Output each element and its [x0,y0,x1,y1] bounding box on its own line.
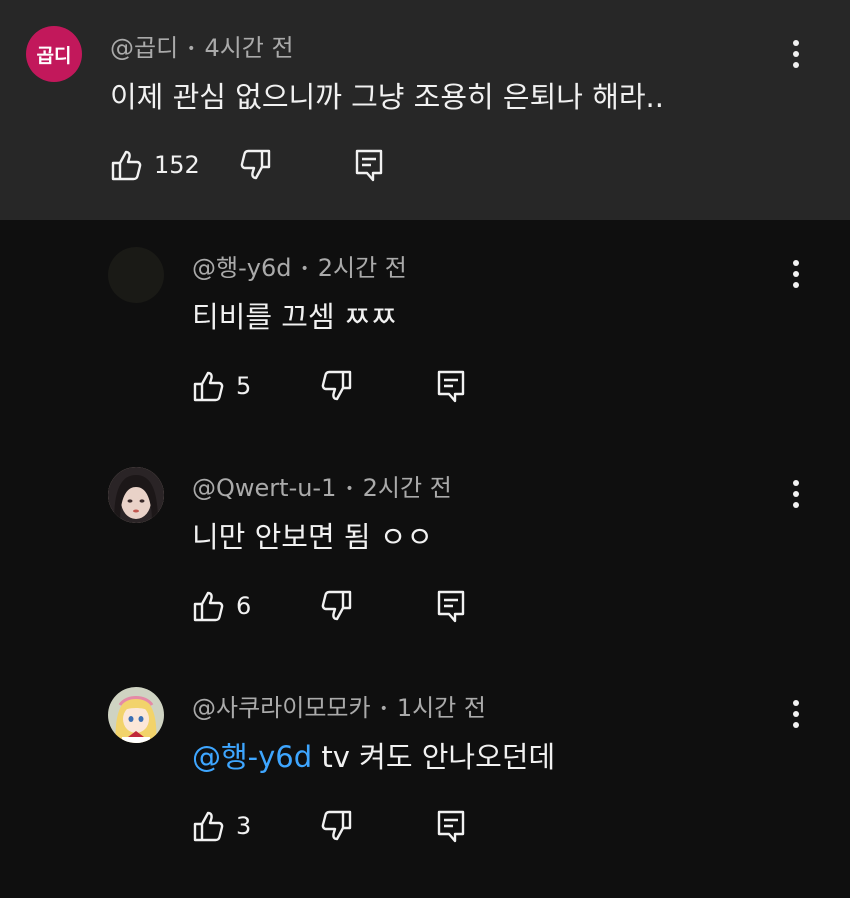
comment-actions: 3 [192,806,492,846]
user-photo-avatar [108,467,164,523]
comment-meta: @Qwert-u-1 • 2시간 전 [192,468,452,503]
like-count: 3 [236,812,252,840]
comment-meta: @사쿠라이모모카 • 1시간 전 [192,688,486,723]
reply-comment: @사쿠라이모모카 • 1시간 전 @행-y6d tv 켜도 안나오던데 3 [0,660,850,898]
separator-dot: • [300,261,309,277]
avatar[interactable] [108,247,164,303]
more-options-button[interactable] [784,474,808,514]
comment-time: 4시간 전 [204,34,294,62]
more-vertical-icon [793,260,799,266]
comment-time: 1시간 전 [396,694,486,722]
comment-time: 2시간 전 [317,254,407,282]
reply-comment: @행-y6d • 2시간 전 티비를 끄셈 ㅉㅉ 5 [0,220,850,440]
like-count: 5 [236,372,252,400]
comment-text: 니만 안보면 됨 ㅇㅇ [192,520,434,554]
comment-text-content: tv 켜도 안나오던데 [312,740,556,774]
like-icon [193,591,224,622]
like-button[interactable]: 5 [192,366,251,406]
more-vertical-icon-dot [793,722,799,728]
anime-character-avatar [108,687,164,743]
comment-text: 이제 관심 없으니까 그냥 조용히 은퇴나 해라.. [110,80,664,114]
author-name[interactable]: @곱디 [110,34,178,62]
like-icon [111,150,142,181]
more-options-button[interactable] [784,34,808,74]
reply-button[interactable] [354,145,384,185]
reply-button[interactable] [436,586,466,626]
dislike-button[interactable] [319,366,353,406]
comment-actions: 152 [110,145,410,185]
like-count: 152 [154,151,200,179]
separator-dot: • [345,481,354,497]
more-vertical-icon-dot [793,502,799,508]
dislike-icon [321,590,352,621]
like-button[interactable]: 3 [192,806,251,846]
like-button[interactable]: 6 [192,586,251,626]
dislike-icon [321,370,352,401]
separator-dot: • [187,41,196,57]
reply-icon [437,590,465,623]
author-name[interactable]: @Qwert-u-1 [192,474,336,502]
more-vertical-icon-dot [793,62,799,68]
dislike-icon [240,149,271,180]
author-name[interactable]: @사쿠라이모모카 [192,694,371,722]
more-options-button[interactable] [784,254,808,294]
user-mention-link[interactable]: @행-y6d [192,740,312,774]
comment-actions: 5 [192,366,492,406]
like-count: 6 [236,592,252,620]
comment-time: 2시간 전 [362,474,452,502]
avatar[interactable] [108,687,164,743]
like-icon [193,811,224,842]
reply-comment: @Qwert-u-1 • 2시간 전 니만 안보면 됨 ㅇㅇ 6 [0,440,850,660]
avatar[interactable]: 곱디 [26,26,82,82]
like-icon [193,371,224,402]
separator-dot: • [379,701,388,717]
reply-icon [355,149,383,182]
comment-meta: @행-y6d • 2시간 전 [192,248,407,283]
reply-icon [437,370,465,403]
comment-text: @행-y6d tv 켜도 안나오던데 [192,734,555,776]
dislike-icon [321,810,352,841]
more-vertical-icon-dot [793,711,799,717]
comment-meta: @곱디 • 4시간 전 [110,28,294,63]
reply-button[interactable] [436,366,466,406]
more-vertical-icon [793,40,799,46]
more-vertical-icon [793,700,799,706]
more-vertical-icon [793,480,799,486]
comment-actions: 6 [192,586,492,626]
comment-top-level: 곱디 @곱디 • 4시간 전 이제 관심 없으니까 그냥 조용히 은퇴나 해라.. … [0,0,850,220]
dislike-button[interactable] [319,586,353,626]
more-options-button[interactable] [784,694,808,734]
dislike-button[interactable] [238,145,272,185]
more-vertical-icon-dot [793,51,799,57]
more-vertical-icon-dot [793,271,799,277]
avatar[interactable] [108,467,164,523]
author-name[interactable]: @행-y6d [192,254,291,282]
dislike-button[interactable] [319,806,353,846]
more-vertical-icon-dot [793,491,799,497]
comment-text: 티비를 끄셈 ㅉㅉ [192,300,398,334]
reply-button[interactable] [436,806,466,846]
like-button[interactable]: 152 [110,145,200,185]
reply-icon [437,810,465,843]
more-vertical-icon-dot [793,282,799,288]
